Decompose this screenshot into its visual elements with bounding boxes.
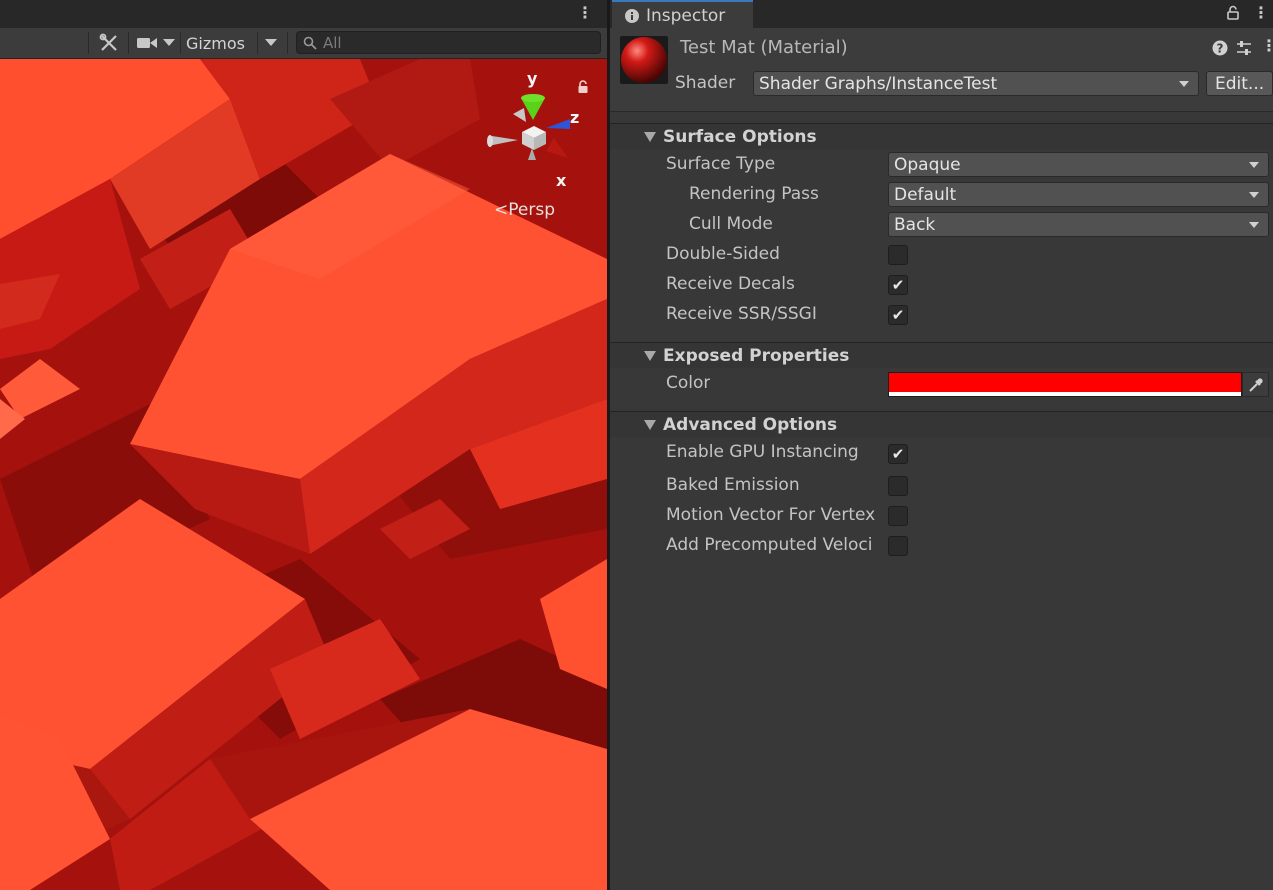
gizmo-axis-x-label: x xyxy=(556,171,567,190)
help-icon[interactable]: ? xyxy=(1212,40,1228,56)
scene-tab-bar: ⋮ xyxy=(0,0,607,28)
section-title: Advanced Options xyxy=(663,415,838,435)
checkmark-icon: ✔ xyxy=(891,445,905,463)
shader-value: Shader Graphs/InstanceTest xyxy=(759,73,998,94)
orientation-gizmo-icon[interactable] xyxy=(478,76,588,186)
lock-icon[interactable] xyxy=(1226,5,1240,21)
persp-arrow-icon: < xyxy=(494,200,509,220)
search-placeholder: All xyxy=(323,33,342,52)
color-field[interactable] xyxy=(888,372,1242,397)
color-swatch xyxy=(889,373,1241,392)
inspector-more-icon[interactable]: ⋮ xyxy=(1253,3,1269,22)
search-icon xyxy=(303,36,317,50)
scene-search-input[interactable]: All xyxy=(296,31,601,54)
section-title: Surface Options xyxy=(663,127,817,147)
double-sided-label: Double-Sided xyxy=(666,244,780,264)
scene-toolbar: Gizmos All xyxy=(0,28,607,59)
shader-dropdown[interactable]: Shader Graphs/InstanceTest xyxy=(753,71,1199,96)
scene-viewport[interactable]: y z x <Persp xyxy=(0,59,607,890)
toolbar-separator xyxy=(88,32,89,54)
foldout-triangle-icon xyxy=(644,132,656,142)
checkmark-icon: ✔ xyxy=(891,306,905,324)
baked-emission-checkbox[interactable] xyxy=(888,476,908,496)
cull-mode-value: Back xyxy=(894,214,936,235)
receive-ssr-label: Receive SSR/SSGI xyxy=(666,304,817,324)
shader-label: Shader xyxy=(675,73,736,93)
material-header: Test Mat (Material) ? ⋮ Shader Shader Gr… xyxy=(610,28,1273,112)
projection-label: Persp xyxy=(508,200,555,220)
tab-inspector[interactable]: Inspector xyxy=(612,0,753,29)
toolbar-separator xyxy=(287,32,288,54)
foldout-triangle-icon xyxy=(644,351,656,361)
edit-shader-button[interactable]: Edit... xyxy=(1206,71,1273,96)
checkmark-icon: ✔ xyxy=(891,276,905,294)
toolbar-separator xyxy=(257,32,258,54)
gizmos-dropdown-chevron-icon[interactable] xyxy=(262,31,280,55)
inspector-tab-label: Inspector xyxy=(646,5,726,26)
color-label: Color xyxy=(666,373,711,393)
surface-options-header[interactable]: Surface Options xyxy=(610,123,1273,149)
receive-ssr-checkbox[interactable]: ✔ xyxy=(888,305,908,325)
receive-decals-checkbox[interactable]: ✔ xyxy=(888,275,908,295)
gpu-instancing-label: Enable GPU Instancing xyxy=(666,442,859,462)
foldout-triangle-icon xyxy=(644,420,656,430)
dropdown-arrow-icon xyxy=(1249,192,1259,198)
dropdown-arrow-icon xyxy=(1179,81,1189,87)
material-more-icon[interactable]: ⋮ xyxy=(1261,36,1273,55)
exposed-properties-header[interactable]: Exposed Properties xyxy=(610,342,1273,368)
motion-vector-checkbox[interactable] xyxy=(888,506,908,526)
gizmos-label: Gizmos xyxy=(186,33,245,53)
inspector-tab-bar: Inspector ⋮ xyxy=(610,0,1273,29)
rendering-pass-dropdown[interactable]: Default xyxy=(888,182,1269,207)
gizmo-axis-z-label: z xyxy=(570,108,580,127)
surface-type-dropdown[interactable]: Opaque xyxy=(888,152,1269,177)
rendering-pass-value: Default xyxy=(894,184,957,205)
material-preview-icon xyxy=(620,36,668,84)
motion-vector-label: Motion Vector For Vertex xyxy=(666,505,876,525)
scene-more-icon[interactable]: ⋮ xyxy=(577,3,593,23)
precomputed-velocity-label: Add Precomputed Veloci xyxy=(666,535,873,555)
cull-mode-dropdown[interactable]: Back xyxy=(888,212,1269,237)
dropdown-arrow-icon xyxy=(1249,222,1259,228)
inspector-panel: Inspector ⋮ Test Mat (Material) ? ⋮ Shad… xyxy=(610,0,1273,890)
projection-toggle[interactable]: <Persp xyxy=(494,200,555,220)
toolbar-separator xyxy=(128,32,129,54)
section-title: Exposed Properties xyxy=(663,346,850,366)
tools-icon[interactable] xyxy=(95,31,123,55)
double-sided-checkbox[interactable] xyxy=(888,245,908,265)
preset-settings-icon[interactable] xyxy=(1236,40,1252,56)
toolbar-separator xyxy=(180,32,181,54)
svg-text:?: ? xyxy=(1217,42,1224,56)
precomputed-velocity-checkbox[interactable] xyxy=(888,536,908,556)
camera-dropdown-chevron-icon[interactable] xyxy=(160,31,178,55)
baked-emission-label: Baked Emission xyxy=(666,475,800,495)
advanced-options-header[interactable]: Advanced Options xyxy=(610,411,1273,437)
surface-type-value: Opaque xyxy=(894,154,961,175)
scene-view-panel: ⋮ Gizmos All y z x <Persp xyxy=(0,0,607,890)
info-icon xyxy=(625,8,639,23)
surface-type-label: Surface Type xyxy=(666,154,776,174)
camera-icon[interactable] xyxy=(134,31,160,55)
gizmos-button[interactable]: Gizmos xyxy=(186,31,254,55)
eyedropper-button[interactable] xyxy=(1242,372,1269,397)
gpu-instancing-checkbox[interactable]: ✔ xyxy=(888,444,908,464)
lock-icon[interactable] xyxy=(577,80,589,94)
cull-mode-label: Cull Mode xyxy=(689,214,773,234)
gizmo-axis-y-label: y xyxy=(527,69,538,88)
eyedropper-icon xyxy=(1248,377,1263,392)
dropdown-arrow-icon xyxy=(1249,162,1259,168)
material-title: Test Mat (Material) xyxy=(680,37,848,58)
rendering-pass-label: Rendering Pass xyxy=(689,184,819,204)
receive-decals-label: Receive Decals xyxy=(666,274,795,294)
